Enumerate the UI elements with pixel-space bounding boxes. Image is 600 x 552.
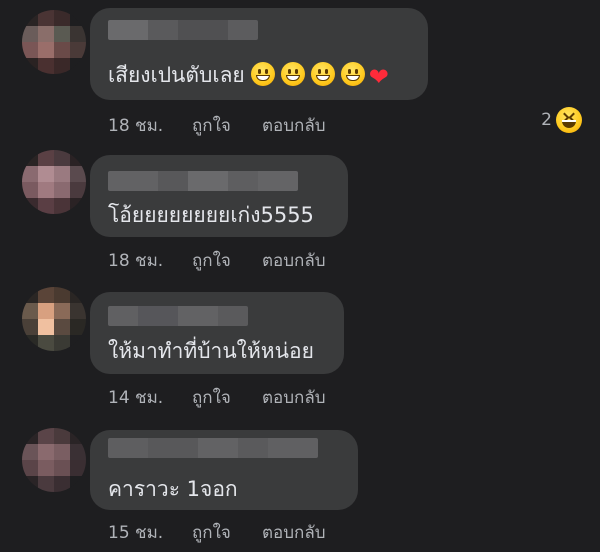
comment-text: เสียงเปนตับเลย ❤ [108, 62, 389, 91]
reaction-summary[interactable]: 2 [541, 107, 582, 133]
timestamp: 18 ชม. [108, 251, 164, 271]
grinning-emoji-icon [280, 62, 305, 86]
comment-bubble: คาราวะ 1จอก [90, 430, 358, 510]
comment-bubble: ให้มาทำที่บ้านให้หน่อย [90, 292, 344, 374]
avatar[interactable] [22, 287, 86, 351]
author-name-blurred[interactable] [108, 306, 248, 326]
timestamp: 18 ชม. [108, 116, 164, 136]
like-button[interactable]: ถูกใจ [192, 247, 262, 274]
comment-text: คาราวะ 1จอก [108, 477, 238, 501]
author-name-blurred[interactable] [108, 171, 298, 191]
comment-bubble: โอ้ยยยยยยยยเก่ง5555 [90, 155, 348, 237]
reply-button[interactable]: ตอบกลับ [262, 384, 326, 411]
author-name-blurred[interactable] [108, 20, 258, 40]
avatar[interactable] [22, 150, 86, 214]
laugh-reaction-icon [556, 107, 582, 133]
comment-bubble: เสียงเปนตับเลย ❤ [90, 8, 428, 100]
reaction-count: 2 [541, 110, 552, 130]
avatar[interactable] [22, 10, 86, 74]
red-heart-icon: ❤ [368, 63, 389, 91]
avatar[interactable] [22, 428, 86, 492]
like-button[interactable]: ถูกใจ [192, 384, 262, 411]
grinning-emoji-icon [310, 62, 335, 86]
timestamp: 14 ชม. [108, 388, 164, 408]
like-button[interactable]: ถูกใจ [192, 112, 262, 139]
author-name-blurred[interactable] [108, 438, 318, 458]
reply-button[interactable]: ตอบกลับ [262, 519, 326, 546]
comment-text: ให้มาทำที่บ้านให้หน่อย [108, 339, 314, 363]
like-button[interactable]: ถูกใจ [192, 519, 262, 546]
timestamp: 15 ชม. [108, 523, 164, 543]
comment-text: โอ้ยยยยยยยยเก่ง5555 [108, 203, 314, 227]
grinning-emoji-icon [340, 62, 365, 86]
reply-button[interactable]: ตอบกลับ [262, 112, 326, 139]
grinning-emoji-icon [250, 62, 275, 86]
reply-button[interactable]: ตอบกลับ [262, 247, 326, 274]
